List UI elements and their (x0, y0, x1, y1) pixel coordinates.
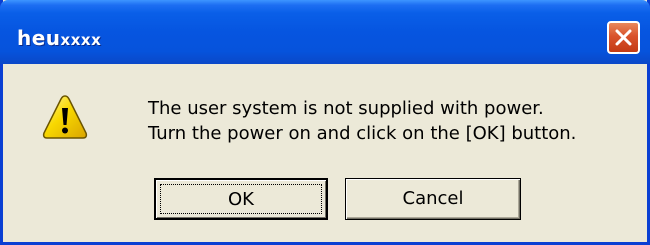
dialog-message: The user system is not supplied with pow… (148, 96, 576, 146)
message-line-1: The user system is not supplied with pow… (148, 98, 544, 119)
close-button[interactable] (607, 21, 640, 54)
dialog-window: heuxxxx The user system is not supplied (0, 0, 650, 245)
message-line-2: Turn the power on and click on the [OK] … (148, 123, 577, 144)
ok-button[interactable]: OK (154, 178, 328, 220)
cancel-button[interactable]: Cancel (345, 178, 521, 220)
window-title: heuxxxx (17, 26, 101, 52)
window-title-suffix: xxxx (60, 31, 102, 49)
cancel-button-label: Cancel (402, 188, 464, 209)
ok-button-label: OK (228, 189, 254, 210)
warning-icon (41, 93, 89, 141)
title-bar[interactable]: heuxxxx (0, 0, 650, 64)
window-title-main: heu (17, 26, 61, 50)
close-icon (615, 29, 632, 46)
